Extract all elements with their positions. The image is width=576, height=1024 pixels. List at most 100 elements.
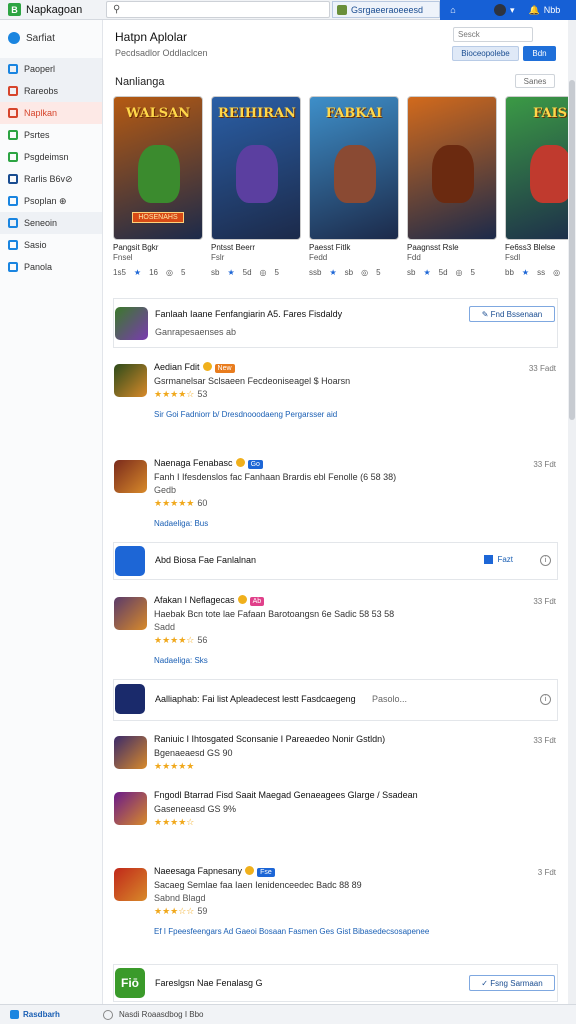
app-list-item[interactable]: Naenaga Fenabasc Go Fanh I Ifesdenslos fac… [113, 456, 558, 540]
promo-more[interactable]: Pasolo... [372, 694, 407, 704]
app-link[interactable]: Nadaeliga: Bus [154, 519, 208, 528]
featured-card-count: ssb [309, 268, 322, 277]
featured-card[interactable]: FABKAI Paesst Fitlk Fedd ssb ★ sb ◎ 5 [309, 96, 401, 286]
sponsor-row[interactable]: Fanlaah Iaane Fenfangiarin A5. Fares Fis… [113, 298, 558, 348]
info-icon[interactable]: ◎ [553, 268, 560, 277]
bottom-app-icon: Fiō [115, 968, 145, 998]
featured-more-button[interactable]: Sanes [515, 74, 555, 88]
banner-row[interactable]: Abd Biosa Fae Fanlalnan Fazt i [113, 542, 558, 580]
app-list-item[interactable]: Afakan I Neflagecas Ab Haebak Bcn tote lae… [113, 593, 558, 673]
app-description: Fanh I Ifesdenslos fac Fanhaan Brardis e… [154, 472, 397, 482]
sidebar-items: Paoperl Rareobs Naplkan Psrtes Psgdeimsn Rarl… [0, 58, 102, 278]
app-list-item[interactable]: Naeesaga Fapnesany Fse Sacaeg Semlae faa I… [113, 864, 558, 954]
featured-card-meta: ssb ★ sb ◎ 5 [309, 268, 401, 277]
status-left-label: Rasdbarh [23, 1010, 60, 1019]
info-icon[interactable]: ◎ [361, 268, 368, 277]
page-title: Hatpn Aplolar [115, 30, 188, 44]
info-icon[interactable]: ◎ [166, 268, 173, 277]
sidebar-item[interactable]: Psgdeimsn [0, 146, 102, 168]
featured-card-art: REIHIRAN [211, 96, 301, 240]
featured-card[interactable]: FAIS Fe6ss3 Blelse Fsdl bb ★ ss ◎ [505, 96, 568, 286]
home-icon[interactable]: ⌂ [446, 5, 460, 15]
header-secondary-button[interactable]: Bioceopolebe [452, 46, 519, 61]
bell-icon[interactable]: 🔔 [529, 5, 540, 16]
header-primary-button[interactable]: Bdn [523, 46, 556, 61]
chevron-down-icon[interactable]: ▾ [510, 5, 515, 16]
app-list-item[interactable]: Raniuic I Ihtosgated Sconsanie I Pareaed… [113, 732, 558, 782]
promo-row[interactable]: Aalliaphab: Fai list Apleadecest lestt F… [113, 679, 558, 721]
featured-card-name: Paagnsst Rsle [407, 243, 459, 252]
status-mid-icon [103, 1009, 113, 1020]
sidebar-item[interactable]: Panola [0, 256, 102, 278]
main-content: Hatpn Aplolar Pecdsadlor Oddlaclcen Sesc… [103, 20, 568, 1004]
star-icon: ★ [521, 268, 530, 277]
sidebar-item[interactable]: Paoperl [0, 58, 102, 80]
sidebar-item-label: Rareobs [24, 86, 59, 96]
app-link[interactable]: Nadaeliga: Sks [154, 656, 208, 665]
app-title: Napkagoan [26, 3, 83, 16]
featured-card-art: FAIS [505, 96, 568, 240]
featured-card-meta: bb ★ ss ◎ [505, 268, 568, 277]
sidebar-item[interactable]: Rareobs [0, 80, 102, 102]
sidebar-item-icon [8, 64, 18, 74]
featured-card[interactable]: Paagnsst Rsle Fdd sb ★ 5d ◎ 5 [407, 96, 499, 286]
info-icon[interactable]: ◎ [456, 268, 463, 277]
featured-card-name: Fe6ss3 Blelse [505, 243, 556, 252]
app-title: Fngodl Btarrad Fisd Saait Maegad Genaeag… [154, 790, 418, 800]
sponsor-action-button[interactable]: ✎ Fnd Bssenaan [469, 306, 555, 322]
sidebar-item[interactable]: Rarlis B6v⊘ [0, 168, 102, 190]
sidebar-item[interactable]: Naplkan [0, 102, 102, 124]
header-search-field[interactable]: Sesck [453, 27, 533, 42]
app-brand[interactable]: B Napkagoan [8, 3, 82, 16]
app-tag: New [214, 364, 235, 373]
app-icon [114, 460, 147, 493]
sidebar-item-icon [8, 262, 18, 272]
app-date: 33 Fdt [533, 597, 556, 606]
sponsor-line: Ganrapesaenses ab [155, 327, 237, 337]
search-scope-chip[interactable]: Gsrgaeeraoeeesd [332, 1, 440, 18]
featured-card[interactable]: REIHIRAN Pntsst Beerr Fslr sb ★ 5d ◎ 5 [211, 96, 303, 286]
app-link[interactable]: Sir Goi Fadniorr b/ Dresdnooodaeng Perga… [154, 410, 337, 419]
promo-icon [115, 684, 145, 714]
app-link[interactable]: Ef I Fpeesfeengars Ad Gaeoi Bosaan Fasme… [154, 927, 429, 936]
app-icon [114, 364, 147, 397]
sidebar-item[interactable]: Sasio [0, 234, 102, 256]
bottom-action-button[interactable]: ✓ Fsng Sarmaan [469, 975, 555, 991]
app-rating-count: 60 [197, 498, 208, 508]
app-rating-stars: ★★★★★ [154, 498, 195, 508]
sidebar-item-label: Panola [24, 262, 53, 272]
featured-card-name: Paesst Fitlk [309, 243, 351, 252]
bottom-title: Fareslgsn Nae Fenalasg G [155, 978, 263, 988]
avatar[interactable] [494, 4, 506, 16]
app-date: 33 Fdt [533, 460, 556, 469]
banner-info-icon[interactable]: i [540, 555, 551, 566]
badge-dot-icon [235, 458, 245, 467]
app-date: 33 Fadt [528, 364, 556, 373]
bottom-row[interactable]: Fiō Fareslgsn Nae Fenalasg G ✓ Fsng Sarm… [113, 964, 558, 1002]
scrollbar[interactable] [568, 20, 576, 1004]
app-list-item[interactable]: Fngodl Btarrad Fisd Saait Maegad Genaeag… [113, 788, 558, 848]
banner-action[interactable]: Fazt [484, 555, 513, 564]
info-icon[interactable]: ◎ [260, 268, 267, 277]
topbar-extra-label[interactable]: Nbb [544, 5, 561, 15]
featured-card-sub: Fslr [211, 253, 225, 262]
search-input[interactable]: ⚲ [106, 1, 330, 18]
sidebar-item[interactable]: Seneoin [0, 212, 102, 234]
app-rating-stars: ★★★☆☆ [154, 906, 195, 916]
status-left[interactable]: Rasdbarh [0, 1010, 103, 1019]
sponsor-app-icon [115, 307, 148, 340]
app-list-item[interactable]: Aedian Fdit New Gsrmanelsar Sclsaeen Fecde… [113, 360, 558, 456]
sidebar-item-icon [8, 174, 18, 184]
featured-card[interactable]: WALSAN HOSENAHS Pangsit Bgkr Fnsel 1s5 ★ 16 ◎ 5 [113, 96, 205, 286]
promo-title: Aalliaphab: Fai list Apleadecest lestt F… [155, 694, 356, 704]
featured-card-art: WALSAN HOSENAHS [113, 96, 203, 240]
featured-card-count: 1s5 [113, 268, 126, 277]
promo-info-icon[interactable]: i [540, 694, 551, 705]
scrollbar-thumb[interactable] [569, 80, 575, 420]
sidebar-header[interactable]: Sarfiat [0, 20, 102, 58]
app-rating-stars: ★★★★☆ [154, 635, 195, 645]
sidebar-item[interactable]: Psrtes [0, 124, 102, 146]
sidebar-item[interactable]: Psoplan ⊕ [0, 190, 102, 212]
featured-card-sub: Fsdl [505, 253, 521, 262]
star-icon: ★ [423, 268, 431, 277]
